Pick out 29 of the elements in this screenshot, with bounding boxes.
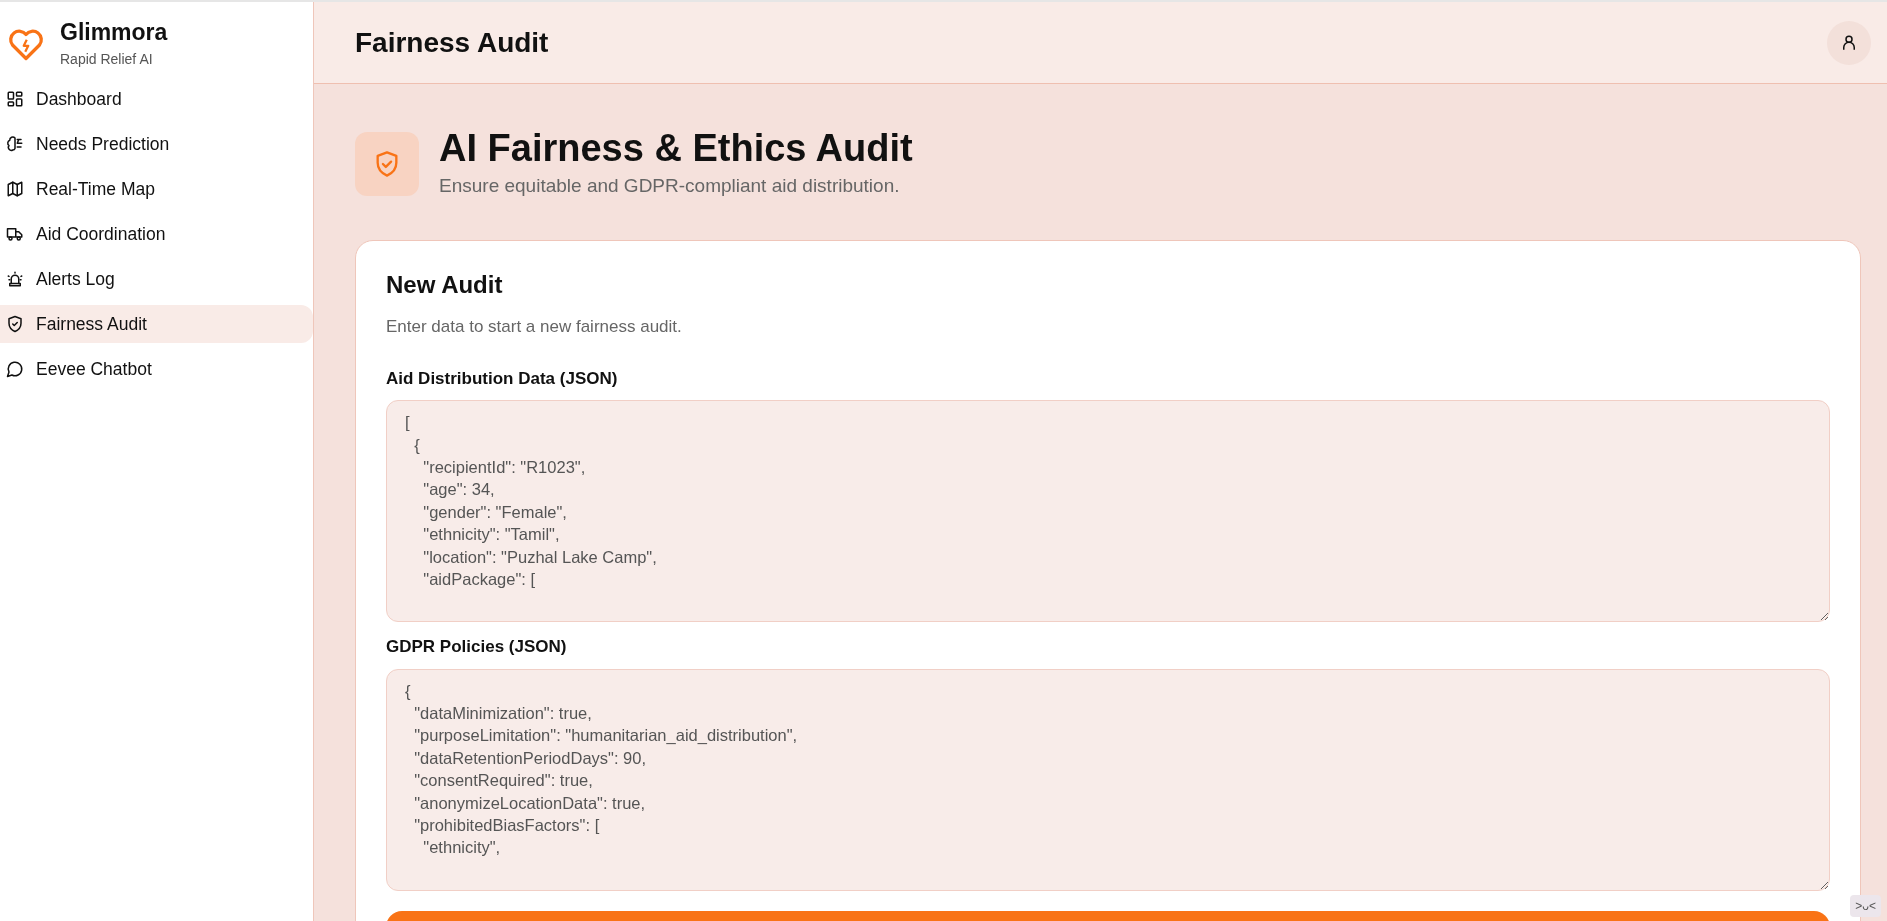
json-input-field[interactable]: [ { "recipientId": "R1023", "age": 34, "gender": "Female", "ethnicity": "Tamil", "location": "Puzhal Lake Camp", "aidPackage": [ (386, 400, 1830, 623)
brand-tagline: Rapid Relief AI (60, 50, 154, 70)
field-label: GDPR Policies (JSON) (386, 636, 568, 659)
sidebar-item[interactable]: Needs Prediction (0, 125, 313, 163)
siren-icon (6, 270, 24, 288)
sidebar-item[interactable]: Real-Time Map (0, 170, 313, 208)
brand-name: Glimmora (60, 19, 168, 46)
chat-bubble-icon (6, 360, 24, 378)
shield-check-icon (355, 132, 419, 197)
sidebar-item[interactable]: Alerts Log (0, 260, 313, 298)
floating-badge[interactable]: >ᴗ< (1850, 895, 1881, 917)
map-icon (6, 180, 24, 198)
heart-logo-icon (8, 28, 44, 62)
brain-icon (6, 135, 24, 153)
page-title: AI Fairness & Ethics Audit (439, 128, 913, 170)
page-subtitle: Ensure equitable and GDPR-compliant aid distribution. (439, 173, 901, 198)
sidebar-item[interactable]: Dashboard (0, 80, 313, 118)
sidebar-item[interactable]: Aid Coordination (0, 215, 313, 253)
field-label: Aid Distribution Data (JSON) (386, 367, 619, 390)
json-input-field[interactable]: { "dataMinimization": true, "purposeLimitation": "humanitarian_aid_distribution", "dataRetentionPeriodDays": 90, "consentRequired": true, "anonymizeLocationData": true, "prohibitedBiasFactors": [ "ethnicity", (386, 668, 1830, 891)
card-description: Enter data to start a new fairness audit. (386, 316, 683, 339)
truck-icon (6, 225, 24, 243)
card-title: New Audit (386, 271, 504, 301)
sidebar-item[interactable]: Fairness Audit (0, 305, 313, 343)
user-icon[interactable] (1827, 20, 1871, 65)
shield-check-icon (6, 315, 24, 333)
dashboard-grid-icon (6, 90, 24, 108)
header-title: Fairness Audit (355, 25, 549, 60)
sidebar-item[interactable]: Eevee Chatbot (0, 350, 313, 388)
